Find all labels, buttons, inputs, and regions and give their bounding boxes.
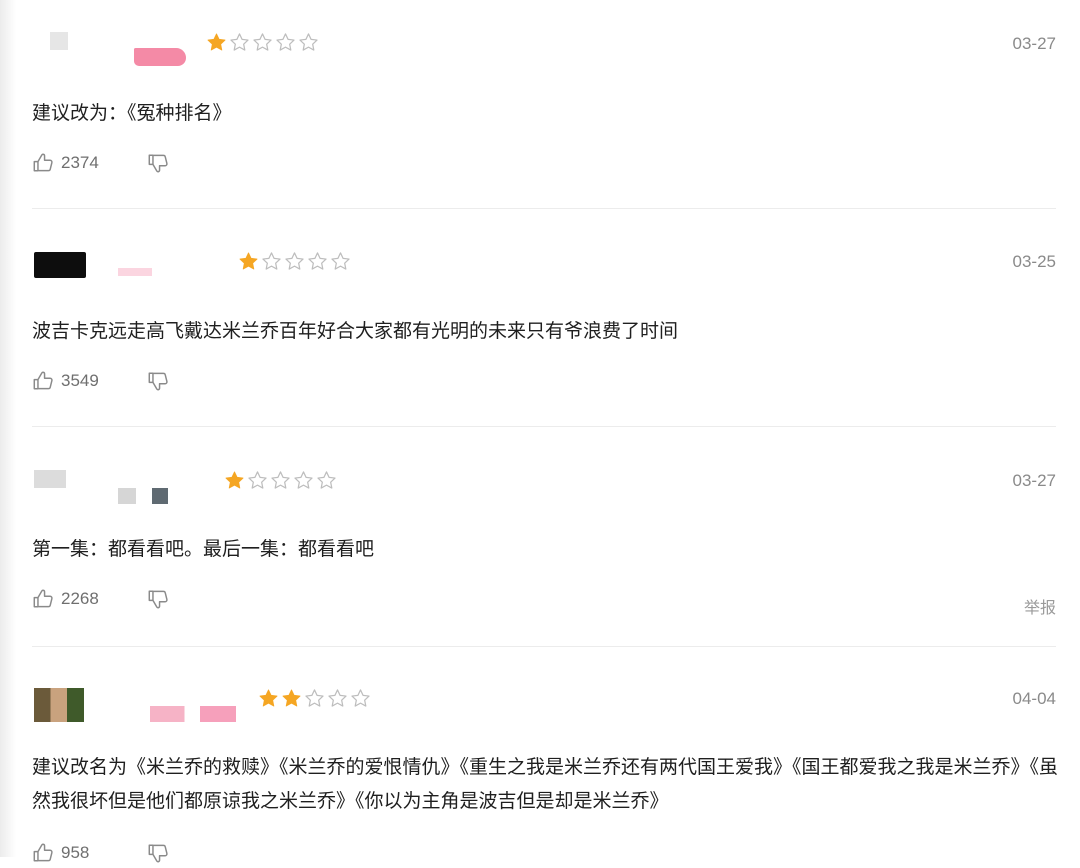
review-item: 03-27 建议改为：《冤种排名》 2374 <box>32 26 1056 186</box>
star-rating <box>238 251 351 273</box>
star-empty-icon <box>294 471 313 489</box>
report-link[interactable]: 举报 <box>1024 594 1056 618</box>
star-rating <box>258 688 371 710</box>
like-button[interactable]: 2374 <box>32 152 99 174</box>
avatar[interactable] <box>34 252 86 278</box>
thumbs-up-icon <box>32 370 54 392</box>
review-date: 03-27 <box>1012 34 1056 53</box>
star-filled-icon <box>259 689 278 707</box>
review-date: 03-25 <box>1012 252 1056 271</box>
review-text: 建议改为：《冤种排名》 <box>32 102 232 124</box>
star-filled-icon <box>225 471 244 489</box>
star-empty-icon <box>253 33 272 51</box>
star-empty-icon <box>308 252 327 270</box>
like-count: 3549 <box>61 371 99 390</box>
star-rating <box>224 470 337 492</box>
star-empty-icon <box>262 252 281 270</box>
review-text: 第一集：都看看吧。最后一集：都看看吧 <box>32 538 375 560</box>
review-date: 03-27 <box>1012 471 1056 490</box>
dislike-button[interactable] <box>147 370 169 392</box>
dislike-button[interactable] <box>147 842 169 864</box>
dislike-button[interactable] <box>147 152 169 174</box>
review-item: 03-25 波吉卡克远走高飞戴达米兰乔百年好合大家都有光明的未来只有爷浪费了时间… <box>32 244 1056 404</box>
review-header: 03-27 <box>32 462 1056 504</box>
thumbs-up-icon <box>32 588 54 610</box>
review-date: 04-04 <box>1012 689 1056 708</box>
star-rating <box>206 32 319 54</box>
review-header: 03-25 <box>32 244 1056 284</box>
star-empty-icon <box>276 33 295 51</box>
review-text: 建议改名为《米兰乔的救赎》《米兰乔的爱恨情仇》《重生之我是米兰乔还有两代国王爱我… <box>32 756 1059 812</box>
star-empty-icon <box>248 471 267 489</box>
thumbs-down-icon <box>147 588 169 610</box>
star-filled-icon <box>207 33 226 51</box>
star-filled-icon <box>239 252 258 270</box>
username[interactable] <box>118 268 152 276</box>
like-count: 2374 <box>61 153 99 172</box>
star-empty-icon <box>299 33 318 51</box>
thumbs-down-icon <box>147 842 169 864</box>
star-empty-icon <box>317 471 336 489</box>
thumbs-up-icon <box>32 152 54 174</box>
avatar[interactable] <box>50 32 68 50</box>
divider <box>32 426 1056 427</box>
star-empty-icon <box>285 252 304 270</box>
thumbs-down-icon <box>147 152 169 174</box>
like-button[interactable]: 3549 <box>32 370 99 392</box>
divider <box>32 646 1056 647</box>
star-empty-icon <box>328 689 347 707</box>
star-empty-icon <box>331 252 350 270</box>
left-panel-edge <box>0 0 16 857</box>
like-button[interactable]: 958 <box>32 842 89 864</box>
review-header: 03-27 <box>32 26 1056 66</box>
username[interactable] <box>134 48 186 66</box>
review-header: 04-04 <box>32 682 1056 722</box>
like-count: 958 <box>61 843 90 862</box>
thumbs-up-icon <box>32 842 54 864</box>
like-button[interactable]: 2268 <box>32 588 99 610</box>
username-badge <box>152 488 168 504</box>
review-text: 波吉卡克远走高飞戴达米兰乔百年好合大家都有光明的未来只有爷浪费了时间 <box>32 320 679 342</box>
review-actions: 2268 举报 <box>32 588 1056 617</box>
star-empty-icon <box>230 33 249 51</box>
review-actions: 3549 <box>32 370 1056 396</box>
avatar[interactable] <box>34 470 66 488</box>
avatar[interactable] <box>34 688 84 722</box>
like-count: 2268 <box>61 589 99 608</box>
review-item: 03-27 第一集：都看看吧。最后一集：都看看吧 2268 举报 <box>32 462 1056 622</box>
divider <box>32 208 1056 209</box>
star-empty-icon <box>271 471 290 489</box>
thumbs-down-icon <box>147 370 169 392</box>
star-empty-icon <box>351 689 370 707</box>
dislike-button[interactable] <box>147 588 169 610</box>
username[interactable] <box>118 488 136 504</box>
username[interactable] <box>150 706 236 722</box>
review-item: 04-04 建议改名为《米兰乔的救赎》《米兰乔的爱恨情仇》《重生之我是米兰乔还有… <box>32 682 1058 863</box>
star-filled-icon <box>282 689 301 707</box>
star-empty-icon <box>305 689 324 707</box>
review-actions: 2374 <box>32 152 1056 178</box>
review-actions: 958 <box>32 842 1056 868</box>
